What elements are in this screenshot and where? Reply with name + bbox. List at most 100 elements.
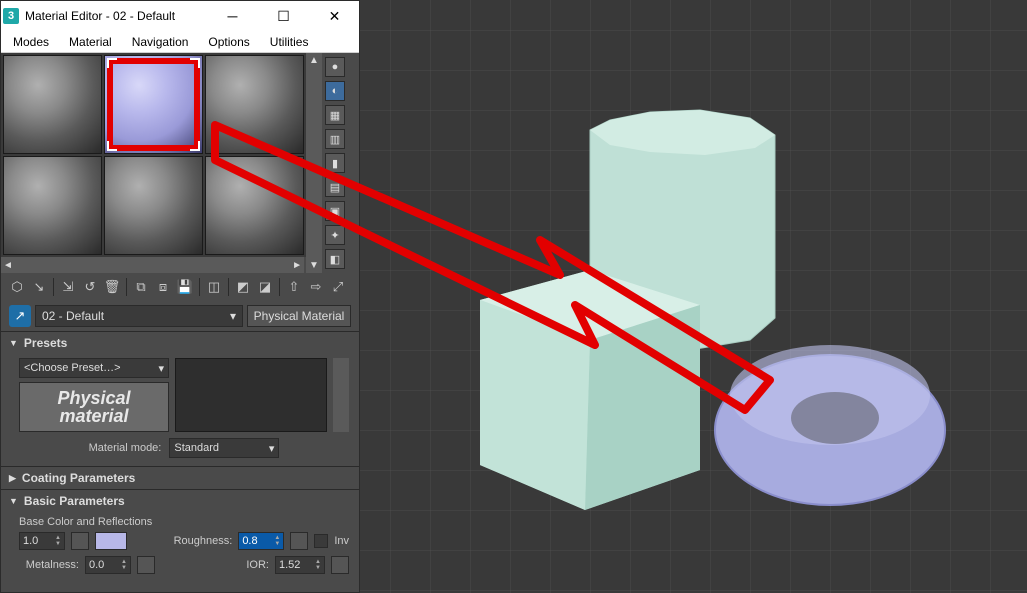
material-mode-value: Standard <box>174 442 219 454</box>
scroll-left-icon[interactable]: ◄ <box>3 260 13 271</box>
basic-title: Basic Parameters <box>24 494 125 508</box>
roughness-invert-checkbox[interactable] <box>314 534 328 548</box>
cube-object <box>480 270 700 510</box>
scroll-right-icon[interactable]: ► <box>292 260 302 271</box>
separator <box>279 278 280 296</box>
menu-material[interactable]: Material <box>61 33 120 51</box>
metalness-map-button[interactable] <box>137 556 155 574</box>
titlebar[interactable]: 3 Material Editor - 02 - Default ─ ☐ ✕ <box>1 1 359 31</box>
scroll-up-icon[interactable]: ▲ <box>309 55 319 66</box>
metalness-label: Metalness: <box>19 559 79 571</box>
ior-map-button[interactable] <box>331 556 349 574</box>
backlight-button[interactable]: ◐ <box>325 81 345 101</box>
basic-rollout-header[interactable]: ▼ Basic Parameters <box>1 490 359 512</box>
put-to-library-button[interactable]: 💾 <box>175 277 195 297</box>
make-copy-button[interactable]: ⧉ <box>131 277 151 297</box>
ior-label: IOR: <box>246 559 269 571</box>
separator <box>199 278 200 296</box>
material-mode-label: Material mode: <box>89 442 162 454</box>
app-icon: 3 <box>3 8 19 24</box>
go-forward-sibling-button[interactable]: ◪ <box>255 277 275 297</box>
close-button[interactable]: ✕ <box>312 1 357 31</box>
presets-title: Presets <box>24 336 67 350</box>
uv-tiling-button[interactable]: ▥ <box>325 129 345 149</box>
material-map-navigator-button[interactable]: ◫ <box>204 277 224 297</box>
menu-modes[interactable]: Modes <box>5 33 57 51</box>
put-to-scene-button[interactable]: ↘ <box>29 277 49 297</box>
collapse-icon: ▼ <box>9 496 18 506</box>
pick-from-object-button[interactable]: ⤢ <box>328 277 348 297</box>
colorchips-button[interactable]: ▮ <box>325 153 345 173</box>
basic-section-label: Base Color and Reflections <box>19 516 349 528</box>
separator <box>126 278 127 296</box>
make-preview-button[interactable]: ▣ <box>325 201 345 221</box>
sample-slot-4[interactable] <box>104 156 203 255</box>
material-type-button[interactable]: Physical Material <box>247 305 351 327</box>
scroll-down-icon[interactable]: ▼ <box>309 260 319 271</box>
samples-vscroll[interactable]: ▲ ▼ <box>306 53 322 273</box>
assign-to-selection-button[interactable]: ⇲ <box>58 277 78 297</box>
select-by-material-button[interactable]: ◧ <box>325 249 345 269</box>
reset-button[interactable]: ↺ <box>80 277 100 297</box>
make-unique-button[interactable]: ⧈ <box>153 277 173 297</box>
sample-slot-1[interactable] <box>104 55 203 154</box>
sample-slot-3[interactable] <box>3 156 102 255</box>
material-name-row: ↗ 02 - Default ▾ Physical Material <box>1 301 359 331</box>
preset-dropdown[interactable]: <Choose Preset…> ▾ <box>19 358 169 378</box>
video-check-button[interactable]: ▤ <box>325 177 345 197</box>
metalness-spinner[interactable]: 0.0 ▲▼ <box>85 556 131 574</box>
dropdown-arrow-icon: ▾ <box>230 309 236 323</box>
maximize-button[interactable]: ☐ <box>261 1 306 31</box>
expand-icon: ▶ <box>9 473 16 484</box>
ior-spinner[interactable]: 1.52 ▲▼ <box>275 556 325 574</box>
background-button[interactable]: ▦ <box>325 105 345 125</box>
delete-button[interactable]: 🗑 <box>102 277 122 297</box>
material-toolbar: ⬡ ↘ ⇲ ↺ 🗑 ⧉ ⧈ 💾 ◫ ◩ ◪ ⇧ ⇨ ⤢ <box>1 273 359 301</box>
material-editor-window: 3 Material Editor - 02 - Default ─ ☐ ✕ M… <box>0 0 360 593</box>
spinner-arrows-icon[interactable]: ▲▼ <box>55 535 61 547</box>
dropdown-arrow-icon: ▾ <box>269 442 275 455</box>
base-weight-spinner[interactable]: 1.0 ▲▼ <box>19 532 65 550</box>
collapse-icon: ▼ <box>9 338 18 348</box>
basic-parameters-rollout: ▼ Basic Parameters Base Color and Reflec… <box>1 489 359 582</box>
roughness-map-button[interactable] <box>290 532 308 550</box>
preset-scrollbar[interactable] <box>333 358 349 432</box>
coating-rollout: ▶ Coating Parameters <box>1 466 359 489</box>
sample-side-toolbar: ● ◐ ▦ ▥ ▮ ▤ ▣ ✦ ◧ <box>322 53 348 273</box>
torus-object <box>715 345 945 505</box>
material-name-text: 02 - Default <box>42 309 104 323</box>
get-material-button[interactable]: ⬡ <box>7 277 27 297</box>
spinner-arrows-icon[interactable]: ▲▼ <box>121 559 127 571</box>
go-forward-button[interactable]: ⇨ <box>306 277 326 297</box>
sample-slot-5[interactable] <box>205 156 304 255</box>
roughness-spinner[interactable]: 0.8 ▲▼ <box>238 532 284 550</box>
coating-rollout-header[interactable]: ▶ Coating Parameters <box>1 467 359 489</box>
options-button[interactable]: ✦ <box>325 225 345 245</box>
sample-slot-2[interactable] <box>205 55 304 154</box>
sample-type-button[interactable]: ● <box>325 57 345 77</box>
window-title: Material Editor - 02 - Default <box>25 9 204 23</box>
spinner-arrows-icon[interactable]: ▲▼ <box>315 559 321 571</box>
spinner-arrows-icon[interactable]: ▲▼ <box>274 535 280 547</box>
menu-navigation[interactable]: Navigation <box>124 33 197 51</box>
coating-title: Coating Parameters <box>22 471 135 485</box>
go-parent-button[interactable]: ⇧ <box>284 277 304 297</box>
material-mode-dropdown[interactable]: Standard ▾ <box>169 438 279 458</box>
presets-rollout-header[interactable]: ▼ Presets <box>1 332 359 354</box>
base-color-swatch[interactable] <box>95 532 127 550</box>
presets-rollout: ▼ Presets <Choose Preset…> ▾ Physicalmat… <box>1 331 359 466</box>
preset-logo: Physicalmaterial <box>19 382 169 432</box>
pick-material-button[interactable]: ↗ <box>9 305 31 327</box>
go-back-sibling-button[interactable]: ◩ <box>233 277 253 297</box>
separator <box>228 278 229 296</box>
viewport-3d[interactable] <box>360 0 1027 593</box>
menu-utilities[interactable]: Utilities <box>262 33 317 51</box>
material-name-dropdown[interactable]: 02 - Default ▾ <box>35 305 243 327</box>
sample-slot-0[interactable] <box>3 55 102 154</box>
menu-options[interactable]: Options <box>200 33 257 51</box>
minimize-button[interactable]: ─ <box>210 1 255 31</box>
base-weight-map-button[interactable] <box>71 532 89 550</box>
preset-thumbnails[interactable] <box>175 358 327 432</box>
sample-slots <box>1 53 306 257</box>
samples-hscroll[interactable]: ◄ ► <box>1 257 304 273</box>
